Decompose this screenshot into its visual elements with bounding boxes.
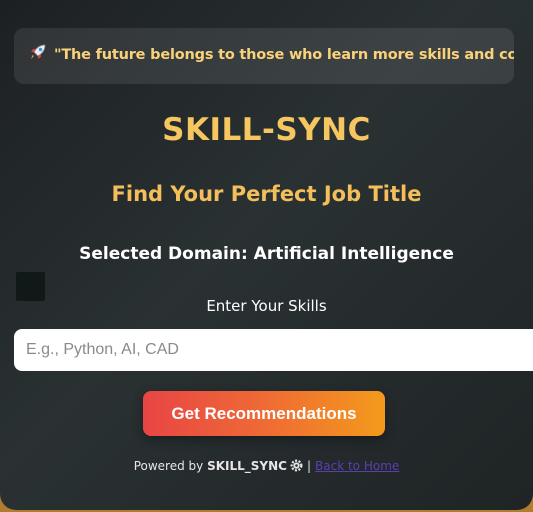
gear-icon bbox=[290, 459, 303, 472]
back-to-home-link[interactable]: Back to Home bbox=[315, 459, 399, 473]
quote-banner: "The future belongs to those who learn m… bbox=[14, 28, 514, 84]
skills-label: Enter Your Skills bbox=[206, 297, 327, 315]
quote-text: "The future belongs to those who learn m… bbox=[54, 47, 514, 63]
page-subtitle: Find Your Perfect Job Title bbox=[111, 182, 422, 206]
main-card: "The future belongs to those who learn m… bbox=[0, 0, 533, 510]
page-title: SKILL-SYNC bbox=[162, 112, 371, 148]
rocket-icon bbox=[31, 44, 46, 59]
footer-brand: SKILL_SYNC bbox=[207, 459, 287, 473]
get-recommendations-button[interactable]: Get Recommendations bbox=[143, 391, 385, 436]
powered-by-label: Powered by bbox=[133, 459, 204, 473]
skills-input[interactable] bbox=[14, 329, 533, 371]
selected-domain: Selected Domain: Artificial Intelligence bbox=[79, 244, 454, 264]
quote-marquee: "The future belongs to those who learn m… bbox=[28, 42, 514, 63]
footer: Powered by SKILL_SYNC | Back to Home bbox=[0, 459, 533, 473]
footer-separator: | bbox=[306, 459, 312, 473]
